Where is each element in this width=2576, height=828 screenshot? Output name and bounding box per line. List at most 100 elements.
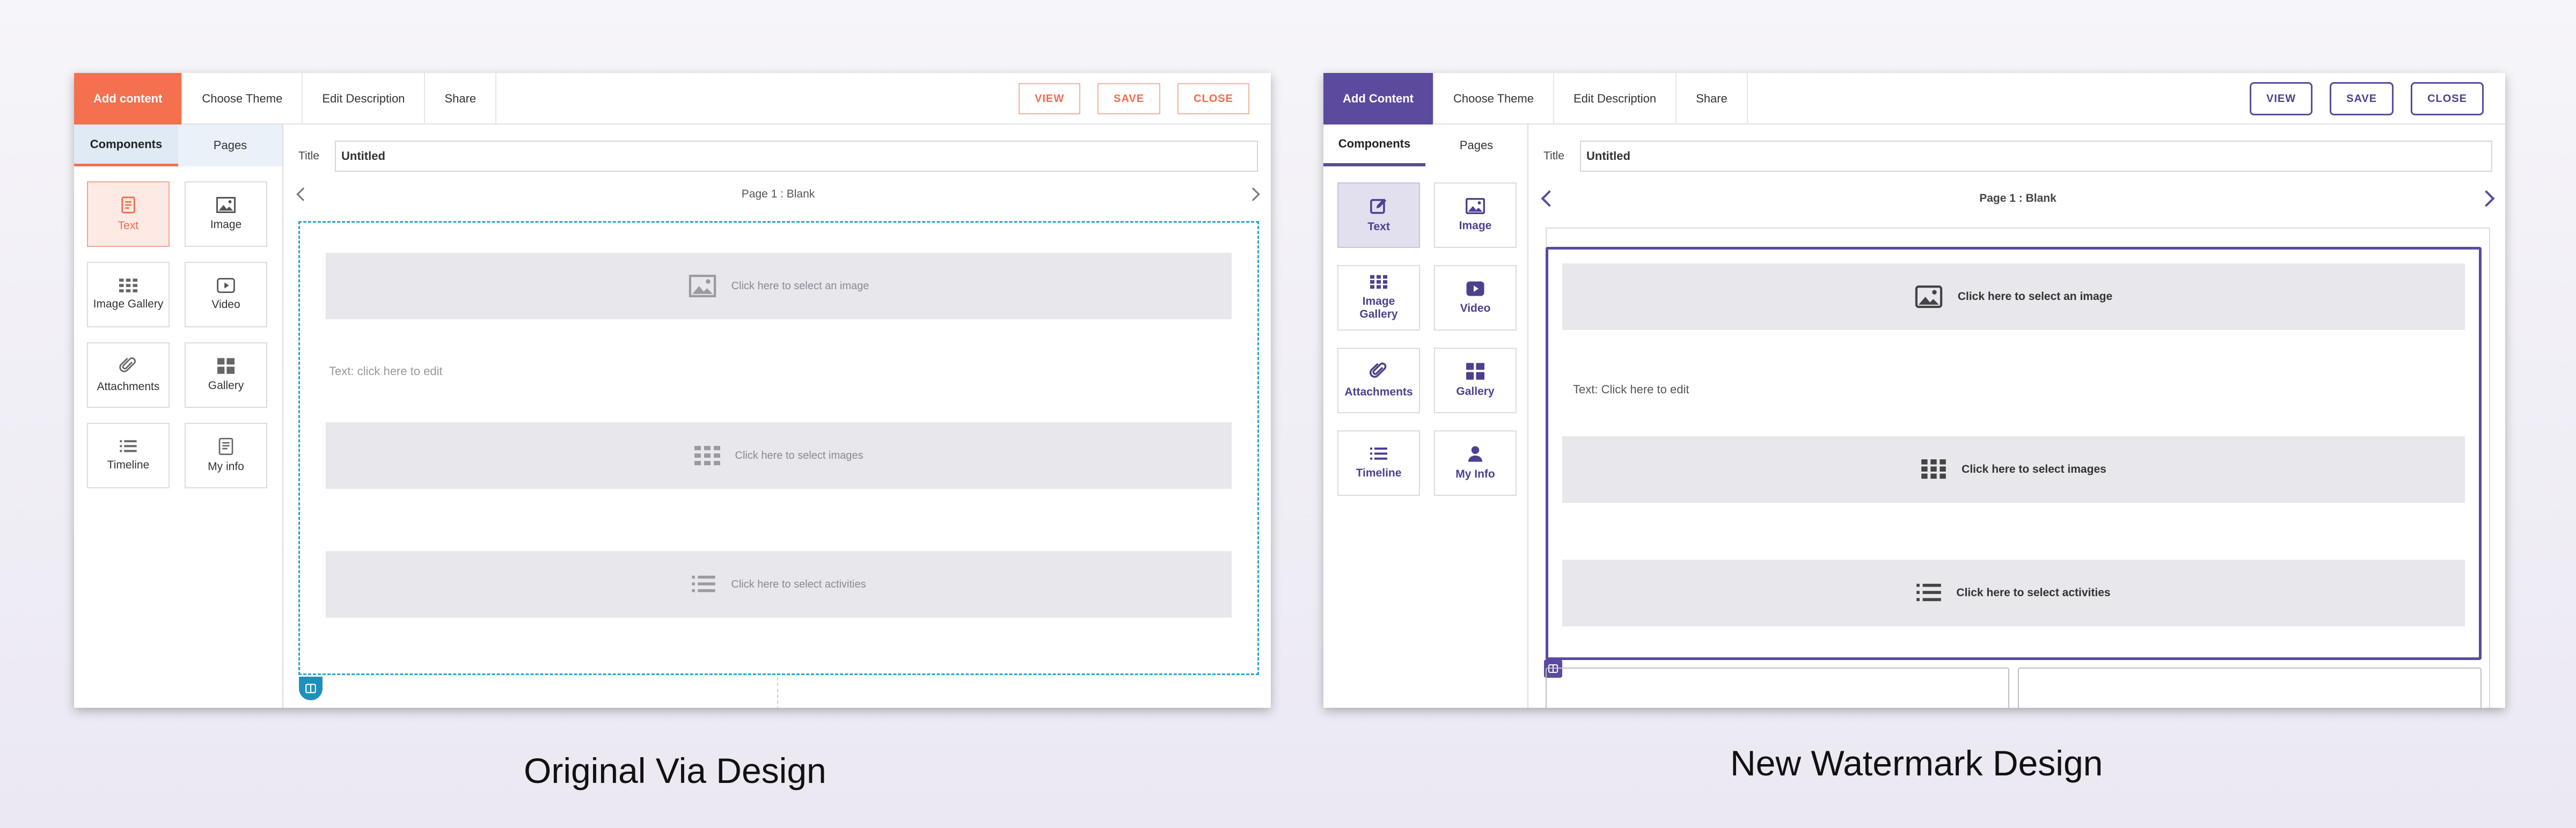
paperclip-icon [119, 357, 136, 372]
tab-choose-theme[interactable]: Choose Theme [182, 73, 303, 124]
component-label: My Info [1455, 468, 1495, 480]
component-attachments[interactable]: Attachments [87, 342, 170, 408]
component-video[interactable]: Video [185, 262, 267, 327]
title-row: Title Untitled [1543, 141, 2492, 172]
image-gallery-icon [694, 446, 720, 465]
image-placeholder[interactable]: Click here to select an image [326, 253, 1232, 319]
gallery-icon [1466, 363, 1484, 380]
close-button[interactable]: CLOSE [1177, 83, 1249, 114]
person-icon [1468, 446, 1483, 462]
tab-add-content[interactable]: Add Content [1323, 73, 1434, 124]
images-placeholder[interactable]: Click here to select images [1562, 436, 2465, 503]
chevron-left-icon[interactable] [1541, 190, 1558, 207]
component-text[interactable]: Text [1337, 182, 1420, 248]
column-divider [777, 677, 778, 708]
component-text[interactable]: Text [87, 181, 170, 247]
text-block[interactable]: Text: Click here to edit [1573, 383, 1689, 397]
images-placeholder-text: Click here to select images [735, 449, 863, 461]
close-button[interactable]: CLOSE [2411, 82, 2484, 115]
chevron-right-icon[interactable] [2478, 190, 2495, 207]
toolbar-tabs: Add Content Choose Theme Edit Descriptio… [1323, 73, 1748, 124]
video-icon [217, 278, 235, 293]
tab-pages[interactable]: Pages [1425, 124, 1527, 166]
sidebar: Components Pages Text Image Image Galler… [1323, 124, 1528, 708]
video-icon [1466, 281, 1484, 296]
component-label: Image Gallery [93, 298, 164, 310]
component-image[interactable]: Image [1434, 182, 1517, 248]
component-label: Video [1460, 302, 1491, 314]
component-label: Timeline [1356, 467, 1402, 479]
chevron-right-icon[interactable] [1246, 187, 1260, 201]
title-label: Title [298, 150, 319, 162]
new-design-window: Add Content Choose Theme Edit Descriptio… [1323, 73, 2505, 708]
save-button[interactable]: SAVE [1097, 83, 1161, 114]
toolbar-actions: VIEW SAVE CLOSE [1018, 73, 1249, 124]
image-icon [216, 197, 236, 213]
page-canvas: Click here to select an image Text: clic… [298, 221, 1259, 700]
component-grid: Text Image Image Gallery Video Attachmen… [74, 166, 282, 488]
save-button[interactable]: SAVE [2330, 82, 2394, 115]
component-label: Image [210, 218, 242, 231]
toolbar-actions: VIEW SAVE CLOSE [2249, 73, 2484, 124]
view-button[interactable]: VIEW [2249, 82, 2313, 115]
title-input[interactable]: Untitled [1580, 141, 2492, 172]
component-video[interactable]: Video [1434, 265, 1517, 331]
image-icon [1915, 285, 1943, 308]
text-block[interactable]: Text: click here to edit [329, 364, 443, 378]
component-image-gallery[interactable]: Image Gallery [87, 262, 170, 327]
component-gallery[interactable]: Gallery [1434, 348, 1517, 413]
tab-components[interactable]: Components [1323, 124, 1425, 166]
sidebar-tabs: Components Pages [1323, 124, 1527, 166]
caption-original: Original Via Design [524, 751, 826, 790]
component-label: Text [118, 219, 139, 232]
images-placeholder[interactable]: Click here to select images [326, 422, 1232, 489]
chevron-left-icon[interactable] [296, 187, 310, 201]
component-attachments[interactable]: Attachments [1337, 348, 1420, 413]
component-image-gallery[interactable]: Image Gallery [1337, 265, 1420, 331]
layout-handle[interactable] [299, 677, 323, 700]
tab-edit-description[interactable]: Edit Description [303, 73, 426, 124]
tab-components[interactable]: Components [74, 124, 178, 166]
image-icon [1466, 198, 1485, 214]
original-design-window: Add content Choose Theme Edit Descriptio… [74, 73, 1271, 708]
component-my-info[interactable]: My Info [1434, 430, 1517, 496]
component-timeline[interactable]: Timeline [1337, 430, 1420, 496]
view-button[interactable]: VIEW [1018, 83, 1081, 114]
page-label: Page 1 : Blank [741, 188, 815, 200]
my-info-icon [218, 438, 233, 455]
activities-placeholder[interactable]: Click here to select activities [1562, 560, 2465, 626]
component-gallery[interactable]: Gallery [185, 342, 267, 408]
image-gallery-icon [119, 279, 137, 292]
title-label: Title [1543, 150, 1564, 162]
timeline-icon [1916, 583, 1942, 602]
text-icon [121, 196, 135, 214]
title-input[interactable]: Untitled [335, 141, 1258, 172]
editor-main: Title Untitled Page 1 : Blank Click here… [1528, 124, 2505, 708]
tab-choose-theme[interactable]: Choose Theme [1434, 73, 1554, 124]
component-label: Text [1367, 221, 1390, 233]
page-label: Page 1 : Blank [1979, 192, 2057, 204]
image-placeholder[interactable]: Click here to select an image [1562, 263, 2465, 330]
tab-share[interactable]: Share [1677, 73, 1748, 124]
component-label: Gallery [208, 379, 244, 392]
component-image[interactable]: Image [185, 181, 267, 247]
sidebar: Components Pages Text Image Image Galler… [74, 124, 283, 708]
tab-add-content[interactable]: Add content [74, 73, 183, 124]
component-my-info[interactable]: My info [185, 423, 267, 488]
tab-share[interactable]: Share [425, 73, 497, 124]
column-left[interactable] [1546, 668, 2009, 708]
page-canvas: Click here to select an image Text: Clic… [1544, 247, 2482, 678]
image-placeholder-text: Click here to select an image [731, 280, 869, 292]
activities-placeholder[interactable]: Click here to select activities [326, 551, 1232, 618]
activities-placeholder-text: Click here to select activities [1956, 587, 2111, 599]
component-label: Image Gallery [1359, 295, 1398, 320]
two-column-section [1546, 668, 2482, 708]
component-label: Image [1459, 219, 1492, 232]
tab-pages[interactable]: Pages [178, 124, 282, 166]
column-right[interactable] [2018, 668, 2482, 708]
tab-edit-description[interactable]: Edit Description [1554, 73, 1677, 124]
activities-placeholder-text: Click here to select activities [731, 578, 866, 590]
timeline-icon [1370, 448, 1387, 460]
timeline-icon [692, 575, 715, 592]
component-timeline[interactable]: Timeline [87, 423, 170, 488]
